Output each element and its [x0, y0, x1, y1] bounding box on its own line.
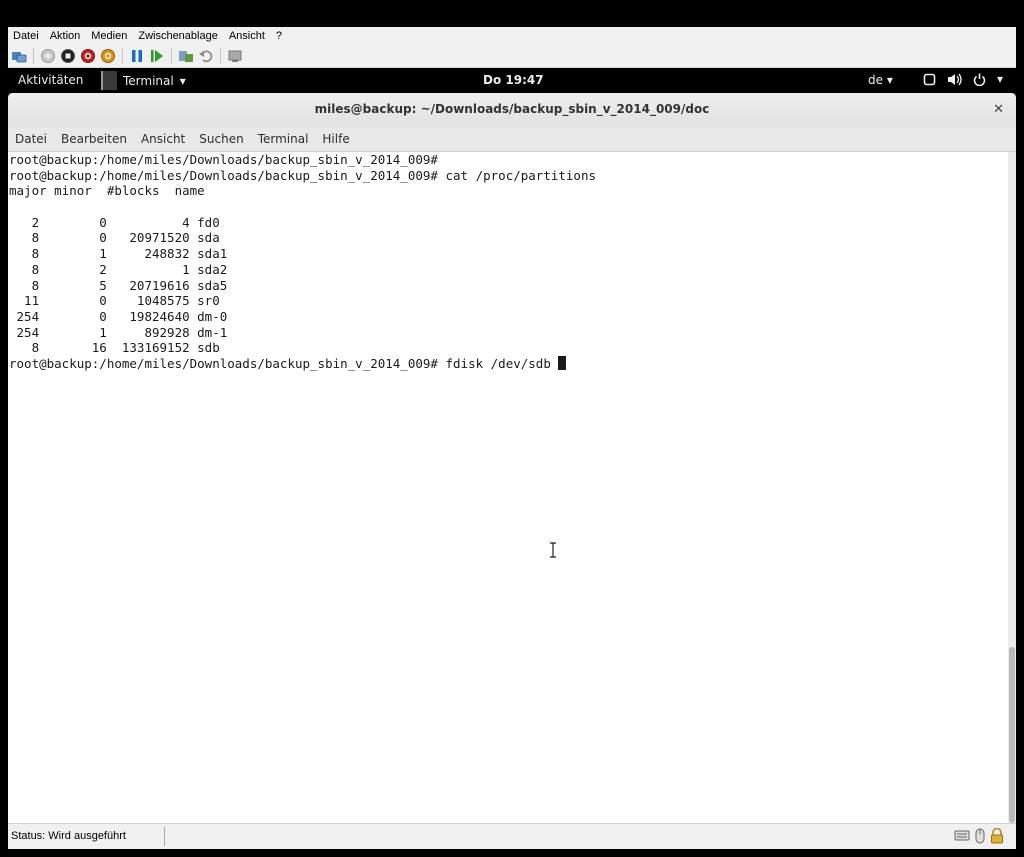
activities-button[interactable]: Aktivitäten [18, 73, 83, 87]
menu-ansicht[interactable]: Ansicht [134, 132, 192, 146]
resume-icon[interactable] [149, 48, 165, 64]
keyboard-layout-indicator[interactable]: de ▾ [868, 73, 893, 87]
app-menu-label: Terminal [123, 73, 174, 88]
mouse-icon [975, 828, 985, 844]
host-menu-medien[interactable]: Medien [86, 30, 133, 42]
host-menu-datei[interactable]: Datei [8, 30, 45, 42]
close-icon[interactable]: ✕ [993, 93, 1004, 126]
terminal-line: 254 0 19824640 dm-0 [9, 308, 228, 324]
keyboard-icon [954, 830, 970, 841]
status-divider [164, 827, 165, 846]
host-menu-ansicht[interactable]: Ansicht [224, 30, 271, 42]
terminal-line: 2 0 4 fd0 [9, 214, 220, 230]
scrollbar-thumb[interactable] [1009, 647, 1015, 823]
network-icon [923, 73, 936, 85]
turnoff-icon[interactable] [60, 48, 76, 64]
keyboard-layout-label: de [868, 73, 883, 87]
chevron-down-icon: ▾ [997, 72, 1004, 86]
toolbar-separator [122, 47, 123, 64]
pause-icon[interactable] [129, 48, 145, 64]
revert-icon[interactable] [198, 48, 214, 64]
host-menu-zwischenablage[interactable]: Zwischenablage [133, 30, 224, 42]
start-icon[interactable] [40, 48, 56, 64]
host-menubar: Datei Aktion Medien Zwischenablage Ansic… [8, 27, 1016, 44]
menu-datei[interactable]: Datei [8, 132, 54, 146]
menu-bearbeiten[interactable]: Bearbeiten [54, 132, 134, 146]
volume-icon [948, 73, 962, 85]
system-menu[interactable]: ▾ [923, 72, 1003, 86]
terminal-output[interactable]: root@backup:/home/miles/Downloads/backup… [8, 152, 1008, 823]
terminal-prompt-line[interactable]: root@backup:/home/miles/Downloads/backup… [8, 355, 1008, 372]
terminal-line: 8 2 1 sda2 [9, 261, 228, 277]
app-menu[interactable]: Terminal ▾ [101, 71, 186, 90]
terminal-line: 8 16 133169152 sdb [9, 340, 220, 356]
toolbar-separator [171, 47, 172, 64]
ctrl-alt-del-icon[interactable] [11, 48, 27, 64]
terminal-scrollbar[interactable] [1008, 152, 1016, 823]
terminal-line: 8 1 248832 sda1 [9, 246, 228, 262]
clock[interactable]: Do 19:47 [483, 73, 544, 87]
terminal-line: 254 1 892928 dm-1 [9, 324, 228, 340]
lock-icon [991, 828, 1003, 844]
menu-terminal[interactable]: Terminal [251, 132, 316, 146]
checkpoint-icon[interactable] [178, 48, 194, 64]
menu-hilfe[interactable]: Hilfe [315, 132, 356, 146]
enhanced-session-icon[interactable] [227, 48, 243, 64]
terminal-prompt: root@backup:/home/miles/Downloads/backup… [9, 355, 559, 371]
vm-status: Status: Wird ausgeführt [11, 830, 126, 842]
power-icon[interactable] [100, 48, 116, 64]
terminal-app-icon [101, 71, 117, 90]
window-titlebar[interactable]: miles@backup: ~/Downloads/backup_sbin_v_… [8, 93, 1016, 126]
host-menu-help[interactable]: ? [271, 30, 288, 42]
shutdown-icon[interactable] [80, 48, 96, 64]
terminal-menubar: Datei Bearbeiten Ansicht Suchen Terminal… [8, 126, 1016, 152]
ibeam-cursor-icon [550, 542, 556, 558]
host-menu-aktion[interactable]: Aktion [45, 30, 87, 42]
status-icons [954, 828, 1004, 844]
gnome-top-bar: Aktivitäten Terminal ▾ Do 19:47 de ▾ ▾ [8, 68, 1016, 93]
power-off-icon [973, 73, 986, 86]
menu-suchen[interactable]: Suchen [192, 132, 250, 146]
terminal-window: miles@backup: ~/Downloads/backup_sbin_v_… [8, 93, 1016, 823]
chevron-down-icon: ▾ [179, 73, 186, 88]
terminal-line: root@backup:/home/miles/Downloads/backup… [9, 167, 596, 183]
terminal-line: major minor #blocks name [9, 183, 205, 199]
guest-screen[interactable]: Aktivitäten Terminal ▾ Do 19:47 de ▾ ▾ m… [8, 68, 1016, 849]
text-cursor [558, 355, 567, 370]
terminal-line: 8 5 20719616 sda5 [9, 277, 228, 293]
toolbar-separator [220, 47, 221, 64]
toolbar-separator [33, 47, 34, 64]
terminal-line: 8 0 20971520 sda [9, 230, 220, 246]
terminal-line: root@backup:/home/miles/Downloads/backup… [9, 152, 438, 167]
host-statusbar: Status: Wird ausgeführt [8, 823, 1016, 849]
terminal-line: 11 0 1048575 sr0 [9, 293, 220, 309]
host-toolbar [8, 44, 1016, 68]
window-title: miles@backup: ~/Downloads/backup_sbin_v_… [314, 102, 710, 116]
